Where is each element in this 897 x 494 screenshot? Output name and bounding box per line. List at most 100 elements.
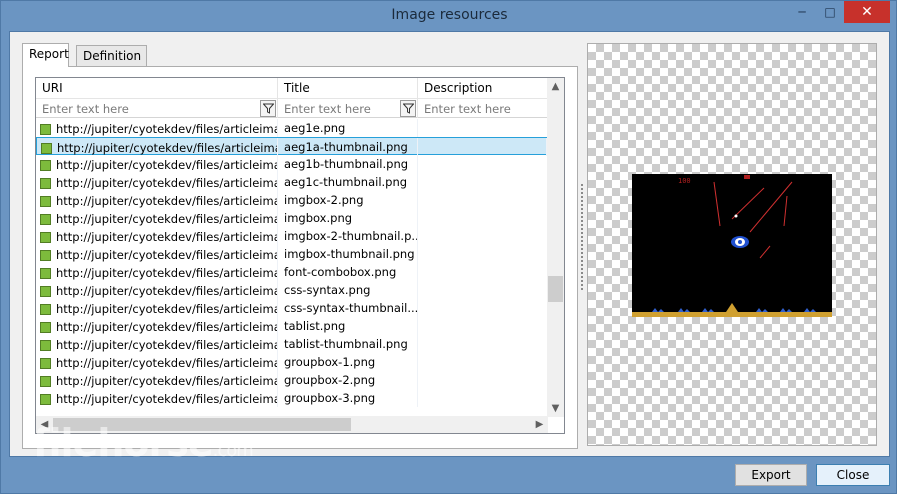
description-filter-input[interactable]: Enter text here [418,98,548,118]
table-row[interactable]: http://jupiter/cyotekdev/files/articleim… [36,227,548,245]
table-row[interactable]: http://jupiter/cyotekdev/files/articleim… [36,209,548,227]
title-cell: tablist.png [278,317,418,335]
description-cell [418,209,548,227]
report-tab-panel: URI Title Description Enter text here En… [22,66,578,449]
description-cell [418,335,548,353]
title-cell: groupbox-3.png [278,389,418,407]
description-cell [418,155,548,173]
image-file-icon [40,195,51,207]
title-cell: groupbox-1.png [278,353,418,371]
export-button[interactable]: Export [735,464,807,486]
uri-cell: http://jupiter/cyotekdev/files/articleim… [36,209,278,227]
title-cell: aeg1a-thumbnail.png [278,138,418,156]
image-file-icon [40,393,51,405]
table-row[interactable]: http://jupiter/cyotekdev/files/articleim… [36,335,548,353]
table-row[interactable]: http://jupiter/cyotekdev/files/articleim… [36,137,548,156]
image-file-icon [40,177,51,189]
uri-cell: http://jupiter/cyotekdev/files/articleim… [36,155,278,173]
title-cell: imgbox.png [278,209,418,227]
column-header-uri[interactable]: URI [36,78,278,98]
tab-definition[interactable]: Definition [76,45,147,67]
title-filter-placeholder: Enter text here [284,102,371,116]
preview-image: 100 [632,174,832,317]
description-cell [418,245,548,263]
table-row[interactable]: http://jupiter/cyotekdev/files/articleim… [36,173,548,191]
image-file-icon [40,213,51,225]
table-row[interactable]: http://jupiter/cyotekdev/files/articleim… [36,353,548,371]
uri-text: http://jupiter/cyotekdev/files/articleim… [56,284,278,298]
uri-cell: http://jupiter/cyotekdev/files/articleim… [36,353,278,371]
image-file-icon [40,357,51,369]
image-file-icon [40,375,51,387]
title-cell: imgbox-2.png [278,191,418,209]
title-cell: css-syntax-thumbnail.... [278,299,418,317]
table-row[interactable]: http://jupiter/cyotekdev/files/articleim… [36,119,548,137]
image-file-icon [40,231,51,243]
splitter-grip[interactable] [580,182,584,292]
title-filter-button[interactable] [400,100,416,117]
uri-cell: http://jupiter/cyotekdev/files/articleim… [36,191,278,209]
vertical-scrollbar[interactable]: ▲ ▼ [547,78,564,417]
uri-cell: http://jupiter/cyotekdev/files/articleim… [36,335,278,353]
uri-cell: http://jupiter/cyotekdev/files/articleim… [36,263,278,281]
uri-filter-input[interactable]: Enter text here [36,98,278,118]
uri-cell: http://jupiter/cyotekdev/files/articleim… [36,317,278,335]
tab-report[interactable]: Report [22,43,69,67]
image-file-icon [40,123,51,135]
title-cell: aeg1c-thumbnail.png [278,173,418,191]
table-row[interactable]: http://jupiter/cyotekdev/files/articleim… [36,155,548,173]
filter-icon [403,103,414,114]
vertical-scroll-thumb[interactable] [548,276,563,302]
table-row[interactable]: http://jupiter/cyotekdev/files/articleim… [36,281,548,299]
uri-text: http://jupiter/cyotekdev/files/articleim… [56,374,278,388]
scroll-up-icon[interactable]: ▲ [547,78,564,95]
uri-cell: http://jupiter/cyotekdev/files/articleim… [36,281,278,299]
description-cell [418,191,548,209]
minimize-button[interactable]: ─ [788,1,816,23]
title-cell: imgbox-2-thumbnail.p... [278,227,418,245]
image-file-icon [40,303,51,315]
image-file-icon [41,142,52,154]
description-cell [418,389,548,407]
table-row[interactable]: http://jupiter/cyotekdev/files/articleim… [36,245,548,263]
dialog-client-area: Report Definition URI Title Description … [9,31,890,457]
title-bar[interactable]: Image resources ─ □ ✕ [1,1,897,31]
table-row[interactable]: http://jupiter/cyotekdev/files/articleim… [36,191,548,209]
description-cell [418,353,548,371]
description-cell [418,371,548,389]
title-cell: font-combobox.png [278,263,418,281]
image-file-icon [40,321,51,333]
uri-cell: http://jupiter/cyotekdev/files/articleim… [36,173,278,191]
table-row[interactable]: http://jupiter/cyotekdev/files/articleim… [36,263,548,281]
title-cell: groupbox-2.png [278,371,418,389]
scroll-right-icon[interactable]: ▶ [531,416,548,433]
table-row[interactable]: http://jupiter/cyotekdev/files/articleim… [36,317,548,335]
close-window-button[interactable]: ✕ [844,1,890,23]
image-file-icon [40,159,51,171]
table-row[interactable]: http://jupiter/cyotekdev/files/articleim… [36,299,548,317]
filter-row: Enter text here Enter text here Enter te… [36,98,548,118]
maximize-button[interactable]: □ [816,1,844,23]
scroll-down-icon[interactable]: ▼ [547,400,564,417]
column-header-description[interactable]: Description [418,78,548,98]
description-filter-placeholder: Enter text here [424,102,511,116]
resources-grid: URI Title Description Enter text here En… [35,77,565,434]
table-row[interactable]: http://jupiter/cyotekdev/files/articleim… [36,371,548,389]
uri-cell: http://jupiter/cyotekdev/files/articleim… [36,245,278,263]
uri-text: http://jupiter/cyotekdev/files/articleim… [57,141,279,155]
title-cell: aeg1b-thumbnail.png [278,155,418,173]
uri-cell: http://jupiter/cyotekdev/files/articleim… [36,389,278,407]
uri-text: http://jupiter/cyotekdev/files/articleim… [56,122,278,136]
uri-filter-button[interactable] [260,100,276,117]
uri-text: http://jupiter/cyotekdev/files/articleim… [56,392,278,406]
image-file-icon [40,285,51,297]
title-filter-input[interactable]: Enter text here [278,98,418,118]
uri-text: http://jupiter/cyotekdev/files/articleim… [56,158,278,172]
description-cell [418,227,548,245]
grid-rows: http://jupiter/cyotekdev/files/articleim… [36,119,548,415]
close-button[interactable]: Close [816,464,890,486]
uri-cell: http://jupiter/cyotekdev/files/articleim… [36,371,278,389]
column-header-title[interactable]: Title [278,78,418,98]
uri-text: http://jupiter/cyotekdev/files/articleim… [56,320,278,334]
table-row[interactable]: http://jupiter/cyotekdev/files/articleim… [36,389,548,407]
